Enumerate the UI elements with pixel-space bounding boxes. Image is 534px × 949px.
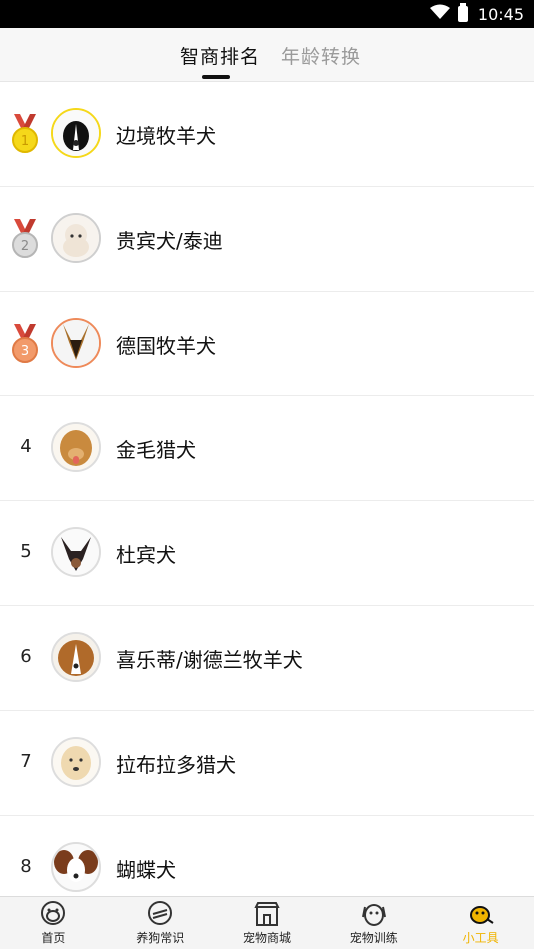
breed-name: 杜宾犬: [116, 543, 176, 568]
gold-medal-icon: 1: [12, 114, 38, 153]
nav-label: 宠物训练: [349, 931, 398, 945]
list-item[interactable]: 4 金毛猎犬: [0, 396, 534, 502]
bronze-medal-icon: 3: [12, 323, 38, 363]
list-item[interactable]: 1 边境牧羊犬: [0, 82, 534, 187]
avatar: [51, 317, 101, 368]
nav-label: 养狗常识: [136, 931, 185, 945]
breed-name: 金毛猎犬: [116, 438, 196, 463]
bone-book-icon: [148, 901, 173, 925]
status-bar: 10:45: [0, 0, 534, 28]
battery-icon: [457, 3, 468, 22]
list-item[interactable]: 5 杜宾犬: [0, 501, 534, 606]
avatar: [51, 631, 101, 682]
list-item[interactable]: 3 德国牧羊犬: [0, 292, 534, 397]
breed-name: 蝴蝶犬: [116, 857, 176, 882]
silver-medal-icon: 2: [12, 218, 38, 258]
ranking-list: 1 边境牧羊犬 2 贵宾犬/泰迪 3 德国牧羊犬 4 金毛猎犬 5 杜宾犬 6 …: [0, 82, 534, 896]
breed-name: 贵宾犬/泰迪: [116, 228, 223, 253]
tab-active-indicator: [202, 75, 230, 79]
nav-pet-shop[interactable]: 宠物商城: [214, 897, 321, 949]
rank-number: 4: [20, 436, 32, 458]
avatar: [51, 212, 101, 263]
nav-tools[interactable]: 小工具: [427, 897, 534, 949]
status-time: 10:45: [477, 4, 524, 24]
breed-name: 德国牧羊犬: [116, 333, 216, 358]
list-item[interactable]: 2 贵宾犬/泰迪: [0, 187, 534, 292]
tab-bar: 智商排名 年龄转换: [0, 28, 534, 82]
medal-number: 1: [21, 134, 29, 149]
nav-pet-training[interactable]: 宠物训练: [320, 897, 427, 949]
avatar: [51, 108, 101, 158]
wifi-icon: [429, 4, 450, 24]
breed-name: 边境牧羊犬: [116, 124, 216, 148]
avatar: [51, 422, 101, 473]
tab-age-conversion[interactable]: 年龄转换: [281, 42, 361, 69]
nav-home[interactable]: 首页: [0, 897, 107, 949]
avatar: [51, 841, 101, 892]
list-item[interactable]: 6 喜乐蒂/谢德兰牧羊犬: [0, 606, 534, 711]
nav-label: 首页: [41, 931, 66, 945]
bottom-navigation: 首页 养狗常识 宠物商城 宠物训练 小工具: [0, 896, 534, 949]
home-icon: [41, 901, 66, 925]
medal-number: 3: [21, 344, 29, 359]
breed-name: 喜乐蒂/谢德兰牧羊犬: [116, 647, 303, 672]
rank-number: 7: [20, 750, 32, 772]
nav-dog-knowledge[interactable]: 养狗常识: [107, 897, 214, 949]
rank-number: 5: [20, 541, 32, 563]
rank-number: 6: [20, 645, 32, 667]
list-item[interactable]: 8 蝴蝶犬: [0, 816, 534, 896]
avatar: [51, 527, 101, 578]
nav-label: 宠物商城: [242, 931, 291, 945]
rank-number: 8: [20, 855, 32, 877]
dog-face-icon: [361, 904, 386, 926]
dog-tools-icon: [469, 906, 494, 924]
tab-iq-ranking[interactable]: 智商排名: [180, 42, 260, 69]
breed-name: 拉布拉多猎犬: [116, 752, 236, 777]
nav-label: 小工具: [462, 931, 499, 945]
avatar: [51, 736, 101, 787]
medal-number: 2: [21, 239, 29, 254]
list-item[interactable]: 7 拉布拉多猎犬: [0, 711, 534, 816]
shop-icon: [254, 902, 280, 926]
